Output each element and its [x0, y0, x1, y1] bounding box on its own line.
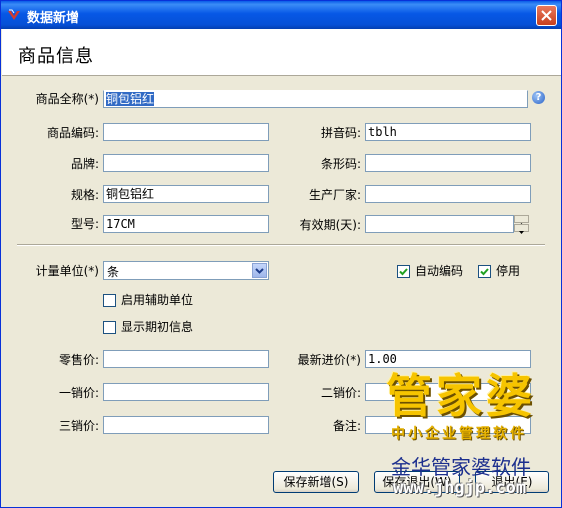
app-icon	[6, 7, 22, 23]
price2-label: 二销价:	[320, 386, 361, 400]
code-label: 商品编码:	[46, 126, 99, 140]
price1-label: 一销价:	[58, 386, 99, 400]
check-icon	[480, 268, 489, 276]
dialog-window: 数据新增 商品信息 商品全称(*) 铜包铝红 ? 商品编码: 拼音码: tblh…	[0, 0, 562, 508]
pinyin-input[interactable]: tblh	[365, 123, 531, 141]
unit-dropdown-button[interactable]	[252, 263, 267, 278]
full-name-value: 铜包铝红	[106, 92, 155, 106]
chevron-down-icon	[255, 268, 264, 274]
code-input[interactable]	[103, 123, 269, 141]
maker-label: 生产厂家:	[308, 188, 361, 202]
check-icon	[399, 268, 408, 276]
auto-code-label: 自动编码	[415, 264, 464, 278]
window-title: 数据新增	[27, 11, 80, 26]
watermark-url: www.jhgjp.com	[393, 478, 527, 498]
shelf-life-input[interactable]	[365, 215, 514, 233]
spec-input[interactable]: 铜包铝红	[103, 185, 269, 203]
price3-label: 三销价:	[58, 419, 99, 433]
latest-price-input[interactable]: 1.00	[365, 350, 531, 368]
full-name-input[interactable]: 铜包铝红	[103, 90, 528, 108]
title-bar[interactable]: 数据新增	[1, 1, 561, 29]
remark-label: 备注:	[332, 419, 361, 433]
disabled-label: 停用	[496, 264, 521, 278]
spin-down-button[interactable]	[514, 224, 529, 234]
aux-unit-checkbox[interactable]	[103, 294, 116, 307]
shelf-life-label: 有效期(天):	[299, 218, 361, 232]
watermark-logo-text: 管家婆	[386, 369, 536, 423]
shelf-life-spinner	[514, 215, 530, 234]
close-icon	[541, 10, 552, 21]
disabled-checkbox[interactable]	[478, 265, 491, 278]
help-icon[interactable]: ?	[532, 91, 545, 104]
aux-unit-label: 启用辅助单位	[121, 293, 194, 307]
brand-label: 品牌:	[70, 157, 99, 171]
maker-input[interactable]	[365, 185, 531, 203]
arrow-down-icon	[519, 231, 524, 234]
spin-up-button[interactable]	[514, 215, 529, 226]
price1-input[interactable]	[103, 383, 269, 401]
auto-code-checkbox[interactable]	[397, 265, 410, 278]
retail-price-input[interactable]	[103, 350, 269, 368]
barcode-input[interactable]	[365, 154, 531, 172]
brand-input[interactable]	[103, 154, 269, 172]
price3-input[interactable]	[103, 416, 269, 434]
unit-label: 计量单位(*)	[35, 264, 99, 278]
latest-price-label: 最新进价(*)	[297, 353, 361, 367]
save-new-button[interactable]: 保存新增(S)	[273, 471, 359, 493]
barcode-label: 条形码:	[320, 157, 361, 171]
pinyin-label: 拼音码:	[320, 126, 361, 140]
spec-label: 规格:	[70, 188, 99, 202]
unit-select[interactable]: 条	[103, 261, 269, 280]
full-name-label: 商品全称(*)	[35, 92, 99, 106]
watermark-subtitle: 中小企业管理软件	[391, 426, 527, 442]
section-divider	[17, 244, 545, 246]
model-input[interactable]: 17CM	[103, 215, 269, 233]
show-initial-label: 显示期初信息	[121, 320, 194, 334]
unit-value: 条	[107, 265, 120, 279]
show-initial-checkbox[interactable]	[103, 321, 116, 334]
model-label: 型号:	[70, 217, 99, 231]
header-panel: 商品信息	[2, 29, 561, 76]
retail-price-label: 零售价:	[58, 353, 99, 367]
close-button[interactable]	[536, 5, 557, 26]
page-title: 商品信息	[18, 46, 94, 67]
watermark-brand: 金华管家婆软件	[391, 455, 531, 479]
